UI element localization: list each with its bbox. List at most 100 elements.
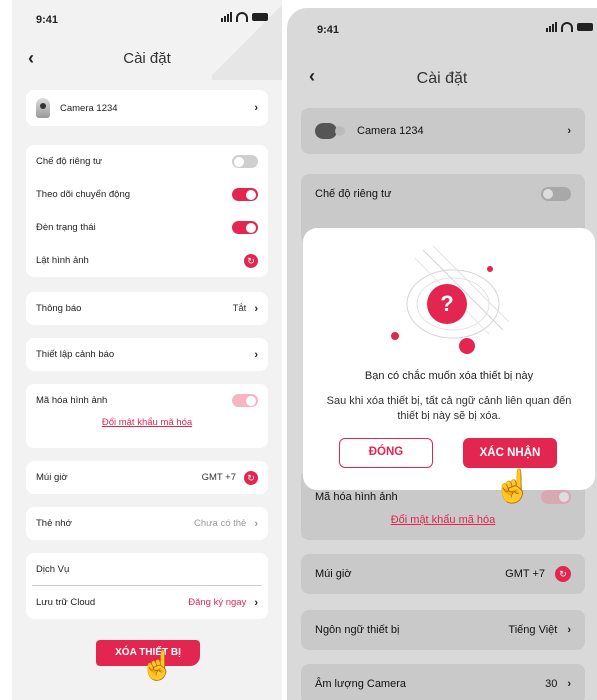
chevron-right-icon: › [254, 596, 258, 609]
motion-label: Theo dõi chuyển động [36, 189, 131, 200]
encryption-toggle[interactable] [541, 490, 571, 504]
chevron-right-icon: › [567, 125, 571, 137]
language-card[interactable]: Ngôn ngữ thiết bị Tiếng Việt › [301, 610, 585, 650]
hand-pointer-icon: ☝ [493, 468, 533, 504]
camera-name: Camera 1234 [60, 102, 118, 114]
status-bar: 9:41 [287, 8, 597, 44]
timezone-card[interactable]: Múi giờ GMT +7 ↻ [301, 554, 585, 594]
services-row: Dịch Vụ [32, 553, 262, 586]
chevron-right-icon: › [254, 102, 258, 114]
decor-dot [391, 332, 399, 340]
privacy-toggle[interactable] [232, 155, 258, 168]
notifications-row[interactable]: Thông báo Tắt › [26, 292, 268, 325]
battery-icon [577, 23, 593, 31]
cloud-label: Lưu trữ Cloud [36, 597, 96, 608]
timezone-value: GMT +7 [201, 472, 236, 483]
volume-row[interactable]: Âm lượng Camera 30 › [301, 664, 585, 700]
notifications-card[interactable]: Thông báo Tắt › [26, 292, 268, 325]
chevron-right-icon: › [254, 348, 258, 361]
change-encryption-password-link[interactable]: Đổi mật khẩu mã hóa [26, 417, 268, 428]
refresh-icon[interactable]: ↻ [244, 253, 258, 268]
language-value: Tiếng Việt [508, 624, 558, 636]
memory-card-value: Chưa có thẻ [194, 518, 247, 529]
refresh-icon[interactable]: ↻ [244, 470, 258, 485]
camera-icon [36, 98, 50, 118]
chevron-right-icon: › [567, 678, 571, 690]
status-time: 9:41 [36, 14, 59, 26]
privacy-label: Chế độ riêng tư [36, 156, 103, 167]
timezone-row[interactable]: Múi giờ GMT +7 ↻ [301, 554, 585, 594]
timezone-label: Múi giờ [315, 568, 352, 580]
nav-bar: ‹ Cài đặt [12, 40, 282, 76]
camera-icon [315, 123, 345, 139]
settings-screen: 9:41 ‹ Cài đặt Camera 1234 › Chế độ riên… [12, 0, 282, 700]
nav-bar: ‹ Cài đặt [287, 56, 597, 92]
battery-icon [252, 13, 268, 21]
flip-row: Lật hình ảnh ↻ [26, 244, 268, 277]
dialog-body: Sau khi xóa thiết bị, tất cả ngữ cảnh li… [326, 395, 572, 422]
system-icons [221, 12, 268, 22]
privacy-row: Chế độ riêng tư [26, 145, 268, 178]
encryption-label: Mã hóa hình ảnh [36, 395, 108, 406]
timezone-label: Múi giờ [36, 472, 68, 483]
privacy-row: Chế độ riêng tư [301, 174, 585, 214]
decor-dot [487, 266, 493, 272]
memory-card-card[interactable]: Thẻ nhớ Chưa có thẻ › [26, 507, 268, 540]
status-light-toggle[interactable] [232, 221, 258, 234]
status-bar: 9:41 [12, 0, 282, 36]
system-icons [546, 22, 593, 32]
volume-value: 30 [545, 678, 558, 690]
delete-confirm-dialog: ? Bạn có chắc muốn xóa thiết bị này Sau … [303, 228, 595, 490]
camera-row[interactable]: Camera 1234 › [26, 90, 268, 126]
change-encryption-password-link[interactable]: Đổi mật khẩu mã hóa [301, 514, 585, 526]
encryption-card: Mã hóa hình ảnh Đổi mật khẩu mã hóa [26, 384, 268, 448]
wifi-icon [561, 22, 573, 32]
status-time: 9:41 [317, 24, 340, 36]
encryption-toggle[interactable] [232, 394, 258, 407]
timezone-card[interactable]: Múi giờ GMT +7 ↻ [26, 461, 268, 494]
hand-pointer-icon: ☝ [140, 650, 175, 681]
language-row[interactable]: Ngôn ngữ thiết bị Tiếng Việt › [301, 610, 585, 650]
signal-icon [546, 22, 557, 32]
cloud-value: Đăng ký ngay [188, 597, 247, 608]
page-title: Cài đặt [123, 50, 171, 67]
services-label: Dịch Vụ [36, 563, 70, 575]
motion-row: Theo dõi chuyển động [26, 178, 268, 211]
cloud-row[interactable]: Lưu trữ Cloud Đăng ký ngay › [26, 586, 268, 619]
page-title: Cài đặt [416, 70, 468, 87]
alert-setup-label: Thiết lập cảnh báo [36, 349, 115, 360]
status-light-label: Đèn trạng thái [36, 222, 96, 233]
alert-setup-row[interactable]: Thiết lập cảnh báo › [26, 338, 268, 371]
decor-dot [459, 338, 475, 354]
chevron-right-icon: › [567, 624, 571, 636]
services-card: Dịch Vụ Lưu trữ Cloud Đăng ký ngay › [26, 553, 268, 619]
memory-card-row[interactable]: Thẻ nhớ Chưa có thẻ › [26, 507, 268, 540]
toggles-card: Chế độ riêng tư Theo dõi chuyển động Đèn… [26, 145, 268, 277]
language-label: Ngôn ngữ thiết bị [315, 624, 400, 636]
camera-name: Camera 1234 [357, 125, 424, 137]
question-icon: ? [427, 284, 467, 324]
camera-row[interactable]: Camera 1234 › [301, 108, 585, 154]
timezone-row[interactable]: Múi giờ GMT +7 ↻ [26, 461, 268, 494]
camera-card[interactable]: Camera 1234 › [26, 90, 268, 126]
encryption-row: Mã hóa hình ảnh [26, 384, 268, 417]
dialog-title: Bạn có chắc muốn xóa thiết bị này [364, 370, 534, 382]
camera-card[interactable]: Camera 1234 › [301, 108, 585, 154]
notifications-label: Thông báo [36, 303, 82, 314]
alert-setup-card[interactable]: Thiết lập cảnh báo › [26, 338, 268, 371]
wifi-icon [236, 12, 248, 22]
refresh-icon[interactable]: ↻ [555, 566, 571, 582]
motion-toggle[interactable] [232, 188, 258, 201]
chevron-right-icon: › [254, 517, 258, 530]
chevron-right-icon: › [254, 302, 258, 315]
volume-label: Âm lượng Camera [315, 678, 406, 690]
volume-card[interactable]: Âm lượng Camera 30 › [301, 664, 585, 700]
settings-screen-with-dialog: 9:41 ‹ Cài đặt Camera 1234 › Chế độ riên… [287, 8, 597, 700]
memory-card-label: Thẻ nhớ [36, 518, 72, 529]
confirm-button[interactable]: XÁC NHẬN [463, 438, 557, 468]
signal-icon [221, 12, 232, 22]
close-button[interactable]: ĐÓNG [339, 438, 433, 468]
privacy-label: Chế độ riêng tư [315, 188, 392, 200]
timezone-value: GMT +7 [505, 568, 545, 580]
privacy-toggle[interactable] [541, 187, 571, 201]
